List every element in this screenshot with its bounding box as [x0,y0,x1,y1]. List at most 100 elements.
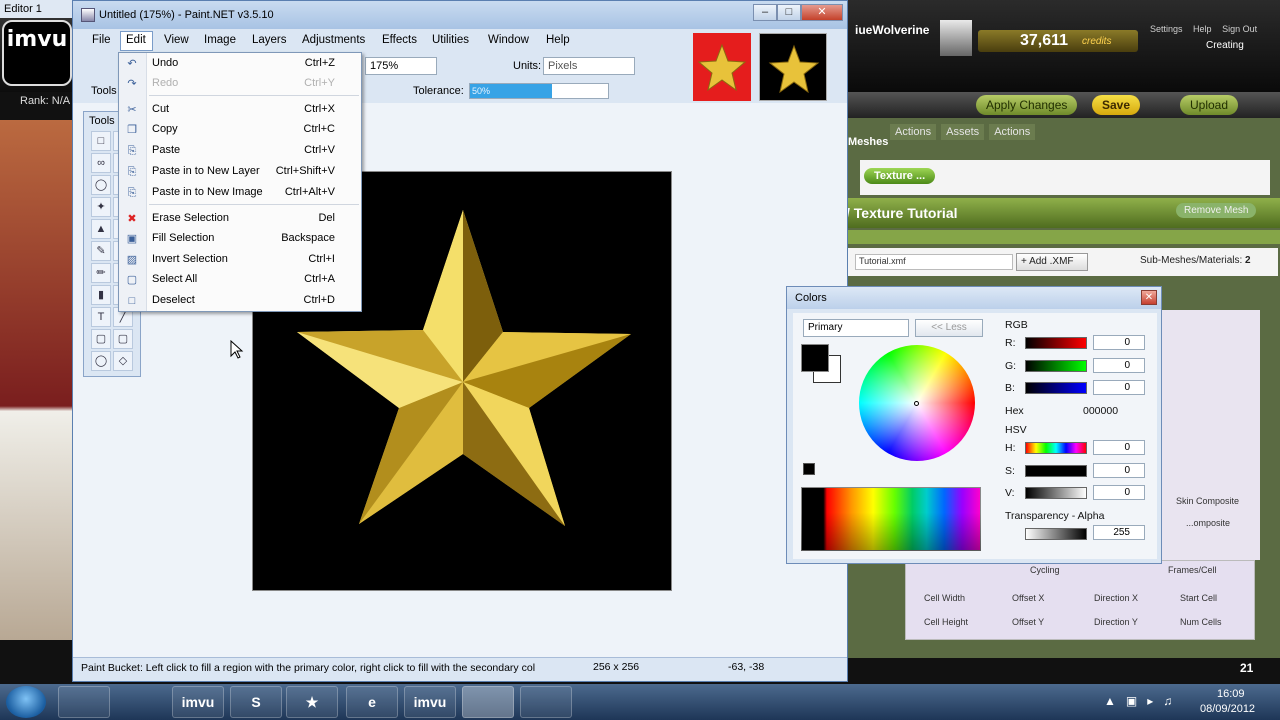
imvu-logo-text: imvu [6,27,68,52]
red-slider[interactable] [1025,337,1087,349]
red-value[interactable]: 0 [1093,335,1145,350]
composite-select[interactable]: ...omposite [1186,518,1230,528]
hue-slider[interactable] [1025,442,1087,454]
menu-image[interactable]: Image [204,34,236,46]
menu-file[interactable]: File [92,34,111,46]
system-tray[interactable]: ▲▣▸♫ [1104,694,1182,708]
taskbar-app-3[interactable]: ★ [286,686,338,718]
alpha-value[interactable]: 255 [1093,525,1145,540]
menu-effects[interactable]: Effects [382,34,417,46]
blue-value[interactable]: 0 [1093,380,1145,395]
freeform-shape-icon[interactable]: ◇ [113,351,133,371]
apply-changes-button[interactable]: Apply Changes [976,95,1078,115]
rectangle-shape-icon[interactable]: ▢ [91,329,111,349]
menu-item-paste[interactable]: ⎘ Paste Ctrl+V [119,141,361,161]
start-button[interactable] [6,686,46,718]
menu-edit[interactable]: Edit [126,34,146,46]
menu-item-redo[interactable]: ↷ Redo Ctrl+Y [119,74,361,94]
hue-value[interactable]: 0 [1093,440,1145,455]
primary-secondary-select[interactable]: Primary [803,319,909,337]
tab-actions-2[interactable]: Actions [989,124,1036,140]
menu-help[interactable]: Help [546,34,570,46]
sign-out-link[interactable]: Sign Out [1222,24,1257,34]
saturation-slider[interactable] [1025,465,1087,477]
save-button[interactable]: Save [1092,95,1141,115]
menu-item-select-all[interactable]: ▢ Select All Ctrl+A [119,270,361,290]
colors-close-button[interactable]: ✕ [1141,290,1157,305]
xmf-file-select[interactable]: Tutorial.xmf [855,254,1013,270]
skin-composite-checkbox[interactable]: Skin Composite [1176,496,1239,506]
blue-slider[interactable] [1025,382,1087,394]
settings-link[interactable]: Settings [1150,24,1183,34]
image-thumbnail-2[interactable] [759,33,827,101]
minimize-button[interactable]: – [753,4,777,21]
editor-tab[interactable]: Editor 1 [0,0,80,18]
maximize-button[interactable]: □ [777,4,801,21]
upload-button[interactable]: Upload [1180,95,1239,115]
paint-bucket-icon[interactable]: ▲ [91,219,111,239]
colors-title-bar[interactable] [787,287,1161,309]
notification-count[interactable]: 21 [1240,661,1253,675]
clone-stamp-icon[interactable]: ▮ [91,285,111,305]
menu-item-paste-in-to-new-image[interactable]: ⎘ Paste in to New Image Ctrl+Alt+V [119,183,361,203]
ellipse-select-icon[interactable]: ◯ [91,175,111,195]
taskbar-app-4[interactable]: e [346,686,398,718]
tab-actions[interactable]: Actions [890,124,937,140]
taskbar-app-2[interactable]: S [230,686,282,718]
menu-item-undo[interactable]: ↶ Undo Ctrl+Z [119,54,361,74]
menu-utilities[interactable]: Utilities [432,34,469,46]
taskbar-app-7[interactable] [520,686,572,718]
menu-item-fill-selection[interactable]: ▣ Fill Selection Backspace [119,229,361,249]
clock-time[interactable]: 16:09 [1217,688,1245,700]
taskbar-app-6[interactable] [462,686,514,718]
menu-item-cut[interactable]: ✂ Cut Ctrl+X [119,100,361,120]
taskbar-app-5[interactable]: imvu [404,686,456,718]
taskbar-app-1[interactable]: imvu [172,686,224,718]
help-link[interactable]: Help [1193,24,1212,34]
cycling-select[interactable]: Cycling [1030,565,1060,575]
menu-item-erase-selection[interactable]: ✖ Erase Selection Del [119,209,361,229]
color-wheel-cursor[interactable] [914,401,919,406]
value-slider[interactable] [1025,487,1087,499]
zoom-select[interactable]: 175% [365,57,437,75]
alpha-slider[interactable] [1025,528,1087,540]
texture-button[interactable]: Texture ... [864,168,936,184]
palette-menu-icon[interactable] [803,463,815,475]
menu-item-copy[interactable]: ❐ Copy Ctrl+C [119,120,361,140]
remove-mesh-button[interactable]: Remove Mesh [1176,203,1257,218]
rectangle-select-icon[interactable]: □ [91,131,111,151]
primary-color-swatch[interactable] [801,344,829,372]
hex-value[interactable]: 000000 [1083,405,1118,417]
rounded-rect-icon[interactable]: ▢ [113,329,133,349]
mode-dropdown[interactable]: Creating [1206,40,1244,51]
pencil-icon[interactable]: ✏ [91,263,111,283]
lasso-icon[interactable]: ∞ [91,153,111,173]
green-value[interactable]: 0 [1093,358,1145,373]
paintbrush-icon[interactable]: ✎ [91,241,111,261]
image-thumbnail-1[interactable] [693,33,751,101]
green-slider[interactable] [1025,360,1087,372]
close-button[interactable]: ✕ [801,4,843,21]
less-button[interactable]: << Less [915,319,983,337]
tab-assets[interactable]: Assets [941,124,985,140]
taskbar-app-0[interactable] [58,686,110,718]
menu-item-invert-selection[interactable]: ▨ Invert Selection Ctrl+I [119,250,361,270]
menu-layers[interactable]: Layers [252,34,287,46]
add-xmf-button[interactable]: + Add .XMF [1016,253,1088,271]
ellipse-shape-icon[interactable]: ◯ [91,351,111,371]
username[interactable]: iueWolverine [855,23,929,37]
meshes-tab[interactable]: Meshes [848,136,888,148]
3d-scene-view[interactable] [0,120,82,640]
saturation-value[interactable]: 0 [1093,463,1145,478]
units-select[interactable]: Pixels [543,57,635,75]
clock-date[interactable]: 08/09/2012 [1200,703,1255,715]
menu-adjustments[interactable]: Adjustments [302,34,365,46]
menu-item-paste-in-to-new-layer[interactable]: ⎘ Paste in to New Layer Ctrl+Shift+V [119,162,361,182]
menu-item-deselect[interactable]: □ Deselect Ctrl+D [119,291,361,311]
magic-wand-icon[interactable]: ✦ [91,197,111,217]
menu-view[interactable]: View [164,34,189,46]
value-value[interactable]: 0 [1093,485,1145,500]
text-icon[interactable]: T [91,307,111,327]
avatar[interactable] [940,20,972,56]
menu-window[interactable]: Window [488,34,529,46]
